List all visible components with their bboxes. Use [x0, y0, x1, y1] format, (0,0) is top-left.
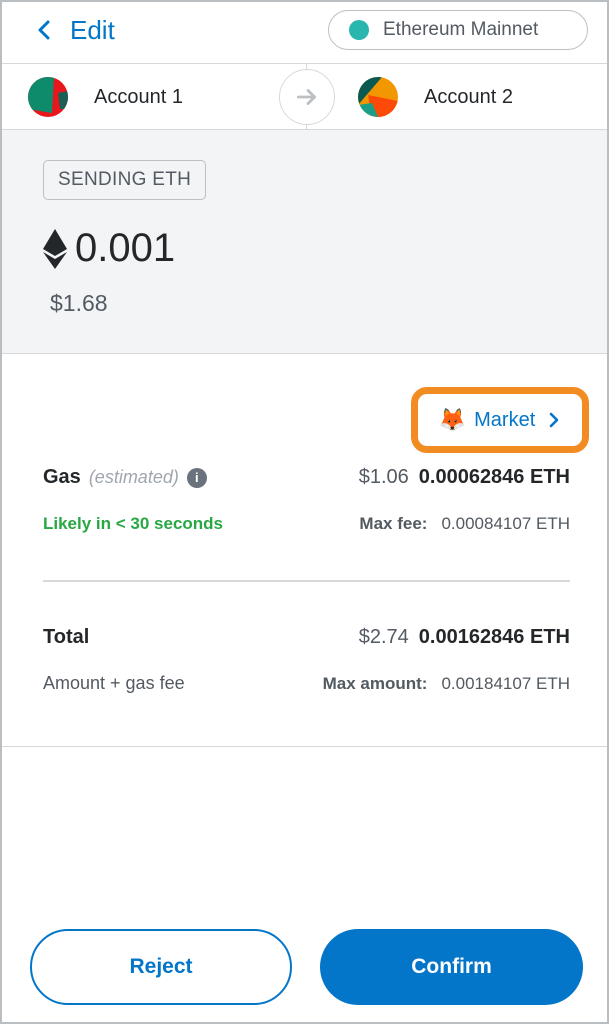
max-fee-label: Max fee: — [359, 514, 428, 533]
recipient-account[interactable]: Account 2 — [358, 64, 513, 130]
total-eth: 0.00162846 ETH — [418, 626, 570, 648]
info-icon[interactable]: i — [186, 467, 207, 488]
header: Edit Ethereum Mainnet — [2, 2, 607, 64]
sender-recipient: Account 1 Account 2 — [2, 64, 607, 130]
total-fiat: $2.74 — [358, 626, 409, 648]
account-1-avatar — [28, 77, 68, 117]
sending-summary: SENDING ETH 0.001 $1.68 — [2, 130, 607, 354]
gas-market-label: Market — [474, 408, 536, 431]
send-amount-value: 0.001 — [75, 226, 176, 270]
max-amount-label: Max amount: — [322, 674, 428, 693]
network-selector[interactable]: Ethereum Mainnet — [328, 10, 588, 50]
edit-back-button[interactable]: Edit — [34, 12, 115, 48]
account-2-avatar — [358, 77, 398, 117]
total-title: Total — [43, 626, 90, 648]
edit-label: Edit — [70, 14, 115, 45]
chevron-left-icon — [38, 20, 50, 40]
sending-eth-badge: SENDING ETH — [43, 160, 207, 200]
ethereum-icon — [43, 228, 67, 269]
arrow-right-icon — [279, 69, 335, 125]
total-detail-row: Amount + gas fee Max amount: 0.00184107 … — [43, 673, 570, 694]
max-fee-value: 0.00084107 ETH — [441, 514, 570, 533]
gas-eth: 0.00062846 ETH — [418, 466, 570, 488]
gas-row: Gas (estimated) i $1.06 0.00062846 ETH — [43, 466, 570, 489]
fox-icon: 🦊 — [438, 407, 467, 432]
chevron-right-icon — [549, 412, 559, 428]
recipient-name: Account 2 — [424, 85, 513, 108]
confirm-transaction-screen: Edit Ethereum Mainnet Account 1 Account … — [0, 0, 609, 1024]
sender-name: Account 1 — [94, 85, 183, 108]
divider — [2, 746, 607, 747]
section-divider — [43, 580, 570, 582]
gas-market-button[interactable]: 🦊 Market — [411, 387, 589, 453]
gas-detail-row: Likely in < 30 seconds Max fee: 0.000841… — [43, 514, 570, 534]
network-dot-icon — [349, 20, 369, 40]
gas-title: Gas — [43, 466, 81, 488]
send-fiat-value: $1.68 — [50, 290, 108, 316]
total-row: Total $2.74 0.00162846 ETH — [43, 626, 570, 649]
total-subtitle: Amount + gas fee — [43, 673, 185, 693]
sender-account[interactable]: Account 1 — [28, 64, 183, 130]
network-name: Ethereum Mainnet — [383, 19, 539, 40]
confirm-button[interactable]: Confirm — [320, 929, 583, 1005]
reject-button[interactable]: Reject — [30, 929, 292, 1005]
gas-timing-estimate: Likely in < 30 seconds — [43, 514, 224, 533]
gas-fiat: $1.06 — [358, 466, 409, 488]
gas-estimated-label: (estimated) — [88, 467, 179, 487]
max-amount-value: 0.00184107 ETH — [441, 674, 570, 693]
send-amount: 0.001 — [43, 226, 175, 271]
